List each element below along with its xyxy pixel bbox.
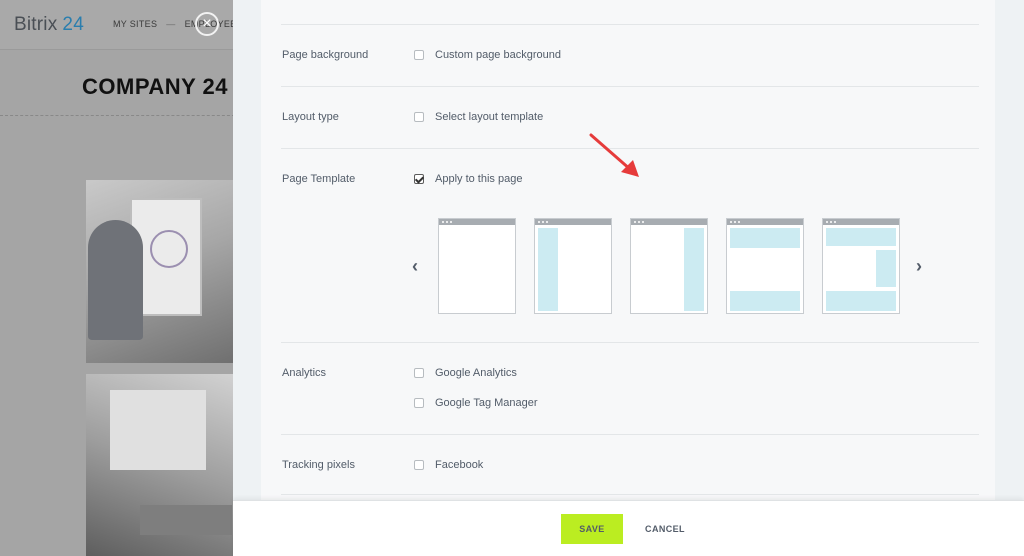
row-divider (281, 434, 979, 435)
row-divider (281, 494, 979, 495)
select-layout-template-option[interactable]: Select layout template (414, 111, 543, 123)
select-layout-template-text: Select layout template (435, 111, 544, 123)
layout-type-label: Layout type (282, 111, 339, 123)
template-titlebar (439, 219, 515, 225)
chart-circle (150, 230, 188, 268)
page-template-label: Page Template (282, 173, 356, 185)
facebook-option[interactable]: Facebook (414, 459, 483, 471)
page-background-label: Page background (282, 49, 369, 61)
google-analytics-checkbox[interactable] (414, 368, 424, 378)
template-titlebar (631, 219, 707, 225)
laptop-image (140, 505, 232, 535)
logo-number: 24 (62, 14, 84, 35)
template-header-block (730, 228, 800, 248)
apply-to-this-page-checkbox[interactable] (414, 174, 424, 184)
google-tag-manager-checkbox[interactable] (414, 398, 424, 408)
divider (0, 115, 240, 116)
google-analytics-text: Google Analytics (435, 367, 517, 379)
template-left-sidebar[interactable] (534, 218, 612, 314)
select-layout-template-checkbox[interactable] (414, 112, 424, 122)
template-titlebar (727, 219, 803, 225)
google-tag-manager-text: Google Tag Manager (435, 397, 538, 409)
row-divider (281, 24, 979, 25)
chevron-left-icon[interactable]: ‹ (412, 256, 418, 277)
template-right-sidebar[interactable] (630, 218, 708, 314)
person-image (88, 220, 143, 340)
template-header-footer[interactable] (726, 218, 804, 314)
template-sidebar-block (684, 228, 704, 311)
settings-panel: Page background Custom page background L… (261, 0, 995, 500)
template-titlebar (535, 219, 611, 225)
facebook-checkbox[interactable] (414, 460, 424, 470)
template-empty[interactable] (438, 218, 516, 314)
google-analytics-option[interactable]: Google Analytics (414, 367, 517, 379)
template-footer-block (826, 291, 896, 311)
template-header-block (826, 228, 896, 246)
google-tag-manager-option[interactable]: Google Tag Manager (414, 397, 538, 409)
save-button[interactable]: SAVE (561, 514, 623, 544)
slider-footer: SAVE CANCEL (233, 500, 1024, 556)
company-title: COMPANY 24 (82, 74, 229, 99)
custom-page-background-text: Custom page background (435, 49, 561, 61)
logo-text: Bitrix (14, 14, 58, 35)
row-divider (281, 86, 979, 87)
template-footer-block (730, 291, 800, 311)
settings-slider: Page background Custom page background L… (233, 0, 1024, 556)
custom-page-background-option[interactable]: Custom page background (414, 49, 561, 61)
analytics-label: Analytics (282, 367, 327, 379)
close-icon: × (202, 15, 212, 32)
chevron-right-icon[interactable]: › (916, 256, 922, 277)
nav-separator: — (166, 19, 176, 29)
apply-to-this-page-text: Apply to this page (435, 173, 523, 185)
window-image (110, 390, 206, 470)
template-sidebar-block (876, 250, 896, 287)
custom-page-background-checkbox[interactable] (414, 50, 424, 60)
template-sidebar-block (538, 228, 558, 311)
template-header-footer-right-sidebar[interactable] (822, 218, 900, 314)
tracking-pixels-label: Tracking pixels (282, 459, 355, 471)
cancel-button[interactable]: CANCEL (637, 514, 693, 544)
row-divider (281, 342, 979, 343)
annotation-arrow-icon (589, 133, 639, 177)
nav-my-sites[interactable]: MY SITES (113, 19, 157, 29)
close-slider-button[interactable]: × (195, 12, 219, 36)
template-titlebar (823, 219, 899, 225)
facebook-text: Facebook (435, 459, 484, 471)
bitrix-logo: Bitrix 24 (14, 14, 84, 36)
apply-to-this-page-option[interactable]: Apply to this page (414, 173, 522, 185)
